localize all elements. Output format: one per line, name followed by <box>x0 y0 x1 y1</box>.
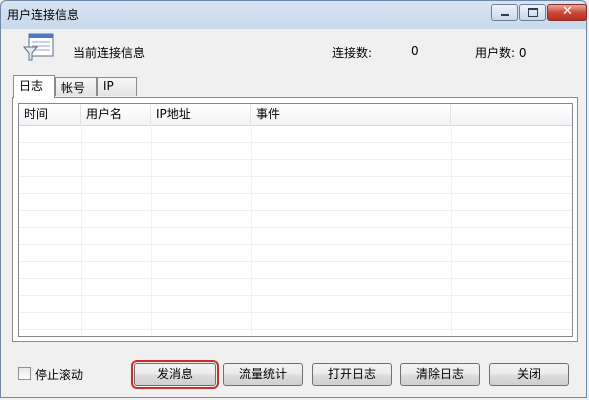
grid-column-line <box>81 125 82 336</box>
tab-ip[interactable]: IP <box>97 77 137 96</box>
grid-row-line <box>19 210 572 211</box>
send-message-button[interactable]: 发消息 <box>131 360 219 389</box>
tab-log[interactable]: 日志 <box>13 75 55 98</box>
clear-log-button[interactable]: 清除日志 <box>400 363 480 386</box>
user-count-label: 用户数: 0 <box>475 46 527 60</box>
traffic-stats-button[interactable]: 流量统计 <box>223 363 303 386</box>
close-icon: ✕ <box>562 4 573 19</box>
connection-count-value: 0 <box>411 44 419 58</box>
window-title: 用户连接信息 <box>7 8 80 22</box>
grid-row-line <box>19 244 572 245</box>
grid-row-line <box>19 295 572 296</box>
stop-scroll-label[interactable]: 停止滚动 <box>35 366 83 383</box>
log-list-header: 时间 用户名 IP地址 事件 <box>19 104 572 126</box>
close-button[interactable]: 关闭 <box>489 363 569 386</box>
column-ip-address[interactable]: IP地址 <box>151 104 251 125</box>
current-connection-label: 当前连接信息 <box>73 46 146 60</box>
maximize-button[interactable] <box>519 4 546 21</box>
grid-row-line <box>19 142 572 143</box>
grid-row-line <box>19 329 572 330</box>
connection-count-label: 连接数: <box>332 46 373 60</box>
stop-scroll-checkbox[interactable] <box>18 367 31 380</box>
connection-info-icon <box>23 33 54 61</box>
tab-account[interactable]: 帐号 <box>55 77 97 96</box>
title-bar[interactable]: 用户连接信息 ✕ <box>1 1 587 27</box>
grid-row-line <box>19 193 572 194</box>
close-window-button[interactable]: ✕ <box>547 4 587 21</box>
grid-row-line <box>19 278 572 279</box>
grid-row-line <box>19 227 572 228</box>
grid-row-line <box>19 261 572 262</box>
grid-column-line <box>151 125 152 336</box>
user-connection-window: 用户连接信息 ✕ 当前连接信息 连接数: 0 用户数: 0 日志 帐号 IP 时… <box>0 0 587 398</box>
grid-column-line <box>251 125 252 336</box>
grid-row-line <box>19 312 572 313</box>
grid-row-line <box>19 159 572 160</box>
column-username[interactable]: 用户名 <box>81 104 151 125</box>
column-time[interactable]: 时间 <box>19 104 81 125</box>
minimize-button[interactable] <box>491 4 518 21</box>
column-event[interactable]: 事件 <box>251 104 451 125</box>
log-list[interactable]: 时间 用户名 IP地址 事件 <box>18 103 573 337</box>
grid-column-line <box>451 125 452 336</box>
log-tab-panel: 时间 用户名 IP地址 事件 <box>12 97 578 342</box>
grid-row-line <box>19 176 572 177</box>
open-log-button[interactable]: 打开日志 <box>312 363 392 386</box>
